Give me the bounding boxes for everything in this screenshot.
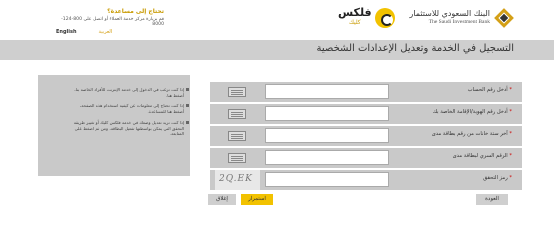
continue-button[interactable]: استمرار (241, 194, 273, 205)
header: البنك السعودي للاستثمار The Saudi Invest… (0, 0, 554, 40)
keyboard-icon[interactable] (228, 109, 246, 119)
account-number-input[interactable] (265, 84, 389, 99)
bullet-icon (186, 88, 189, 91)
info-item-text: إذا كنت تريد تعديل وضعك في خدمة فلكس كلي… (73, 120, 184, 136)
info-item[interactable]: إذا كنت تحتاج إلى معلومات عن كيفية استخد… (68, 103, 189, 114)
bank-logo[interactable]: البنك السعودي للاستثمار The Saudi Invest… (409, 8, 514, 28)
account-number-row: * أدخل رقم الحساب (210, 82, 522, 102)
page-title: التسجيل في الخدمة وتعديل الإعدادات الشخص… (316, 43, 514, 54)
flex-click-logo: فلكس كليك (338, 6, 395, 28)
card-pin-input[interactable] (265, 150, 389, 165)
flex-name: فلكس (338, 6, 372, 19)
language-switcher: English العربية (56, 29, 112, 35)
bank-logo-icon (494, 8, 514, 28)
keyboard-icon[interactable] (228, 131, 246, 141)
back-button[interactable]: العودة (476, 194, 508, 205)
lang-english-link[interactable]: English (56, 29, 77, 35)
info-item[interactable]: إذا كنت ترغب في الدخول إلى خدمة الإنترنت… (68, 87, 189, 98)
bank-name: البنك السعودي للاستثمار The Saudi Invest… (409, 9, 490, 27)
captcha-input[interactable] (265, 172, 389, 187)
bank-name-english: The Saudi Investment Bank (428, 19, 490, 25)
help-title: تحتاج إلى مساعدة؟ (107, 8, 164, 15)
close-button[interactable]: إغلاق (208, 194, 236, 205)
help-box: تحتاج إلى مساعدة؟ قم بزيارة مركز خدمة ال… (54, 8, 164, 27)
info-item[interactable]: إذا كنت تريد تعديل وضعك في خدمة فلكس كلي… (68, 120, 189, 137)
bullet-icon (186, 104, 189, 107)
captcha-image: 2Q.EK (215, 170, 260, 190)
flex-logo-icon (374, 8, 395, 28)
keyboard-icon[interactable] (228, 87, 246, 97)
captcha-row: * رمز التحقق 2Q.EK (210, 170, 522, 190)
flex-subtitle: كليك (348, 19, 361, 26)
card-digits-input[interactable] (265, 128, 389, 143)
info-panel: إذا كنت ترغب في الدخول إلى خدمة الإنترنت… (38, 75, 190, 176)
account-number-label: * أدخل رقم الحساب (467, 87, 512, 93)
id-number-input[interactable] (265, 106, 389, 121)
lang-arabic-link[interactable]: العربية (99, 29, 113, 35)
id-number-label: * أدخل رقم الهوية/الإقامة الخاصة بك (432, 109, 512, 115)
id-number-row: * أدخل رقم الهوية/الإقامة الخاصة بك (210, 104, 522, 124)
card-pin-row: * الرقم السري لبطاقة مدى (210, 148, 522, 168)
card-digits-row: * آخر ستة خانات من رقم بطاقة مدى (210, 126, 522, 146)
help-text: قم بزيارة مركز خدمة العملاء أو اتصل على … (61, 17, 164, 27)
bank-name-arabic: البنك السعودي للاستثمار (409, 9, 490, 18)
bullet-icon (186, 121, 189, 124)
info-item-text: إذا كنت تحتاج إلى معلومات عن كيفية استخد… (79, 103, 184, 114)
card-digits-label: * آخر ستة خانات من رقم بطاقة مدى (431, 131, 512, 137)
info-item-text: إذا كنت ترغب في الدخول إلى خدمة الإنترنت… (74, 87, 184, 98)
title-bar: التسجيل في الخدمة وتعديل الإعدادات الشخص… (0, 40, 554, 60)
captcha-label: * رمز التحقق (483, 175, 512, 181)
card-pin-label: * الرقم السري لبطاقة مدى (452, 153, 512, 159)
keyboard-icon[interactable] (228, 153, 246, 163)
